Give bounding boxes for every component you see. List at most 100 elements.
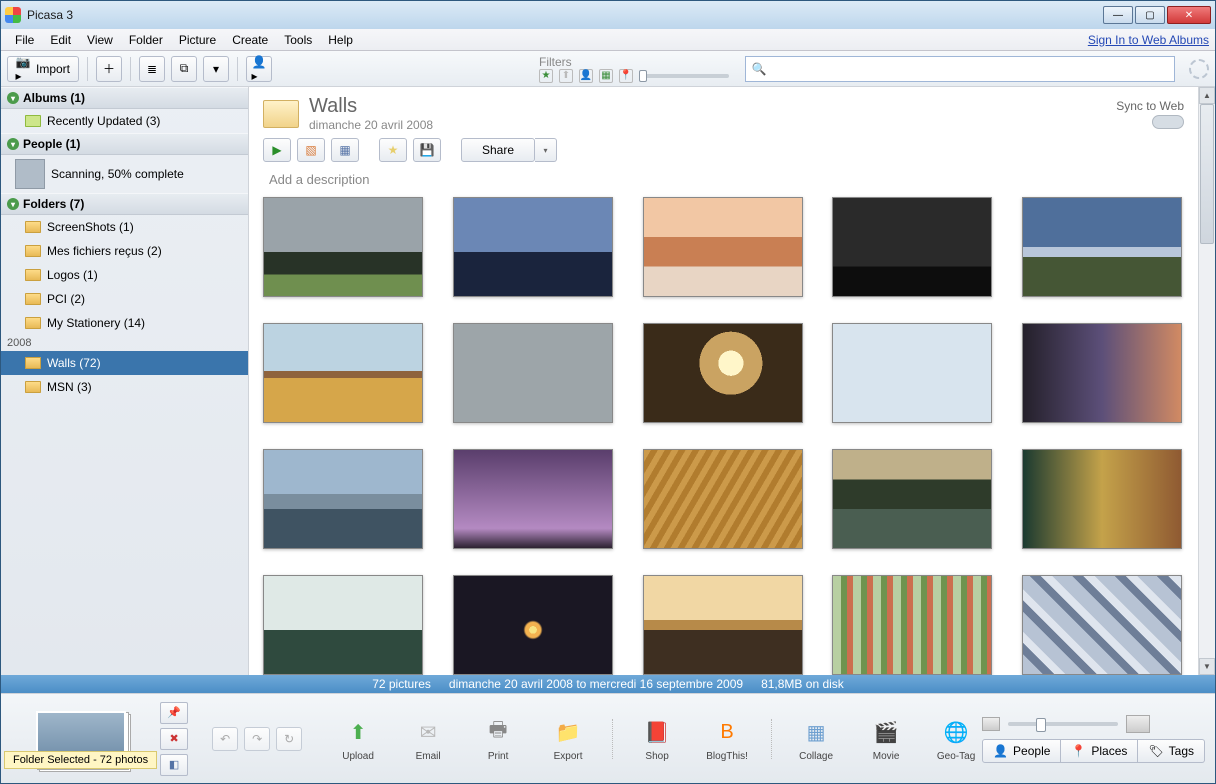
thumbnail[interactable] <box>263 575 423 675</box>
tray-collage-button[interactable]: ▦Collage <box>790 715 842 762</box>
thumbnail[interactable] <box>453 449 613 549</box>
menu-edit[interactable]: Edit <box>42 31 79 49</box>
thumbnail[interactable] <box>263 197 423 297</box>
movie-icon: 🎬 <box>867 715 905 749</box>
thumbnail[interactable] <box>832 323 992 423</box>
signin-link[interactable]: Sign In to Web Albums <box>1088 33 1209 47</box>
thumbnail[interactable] <box>1022 449 1182 549</box>
share-dropdown[interactable]: ▾ <box>535 138 557 162</box>
scroll-down-button[interactable]: ▼ <box>1199 658 1215 675</box>
description-field[interactable]: Add a description <box>249 170 1198 193</box>
view-list-button[interactable]: ≣ <box>139 56 165 82</box>
filter-movie-icon[interactable]: ▦ <box>599 69 613 83</box>
sidebar-folder-msn[interactable]: MSN (3) <box>1 375 248 399</box>
tag-people-button[interactable]: 👤People <box>982 739 1061 763</box>
albums-header[interactable]: ▾Albums (1) <box>1 87 248 109</box>
vertical-scrollbar[interactable]: ▲ ▼ <box>1198 87 1215 675</box>
tray-hold-button[interactable]: 📌 <box>160 702 188 724</box>
date-slider[interactable] <box>639 74 729 78</box>
thumbnail[interactable] <box>643 575 803 675</box>
slideshow-button[interactable]: ▶ <box>263 138 291 162</box>
zoom-slider[interactable] <box>1008 722 1118 726</box>
menu-file[interactable]: File <box>7 31 42 49</box>
filter-upload-icon[interactable]: ⬆ <box>559 69 573 83</box>
tag-places-button[interactable]: 📍Places <box>1061 739 1138 763</box>
movie-button[interactable]: ▦ <box>331 138 359 162</box>
menu-create[interactable]: Create <box>224 31 276 49</box>
sidebar-album-recently-updated[interactable]: Recently Updated (3) <box>1 109 248 133</box>
thumbnail[interactable] <box>832 197 992 297</box>
tray-selection[interactable]: Folder Selected - 72 photos <box>1 694 160 783</box>
tray-print-button[interactable]: 🖶Print <box>472 715 524 762</box>
rotate-alt-button[interactable]: ↻ <box>276 727 302 751</box>
thumbnail[interactable] <box>643 197 803 297</box>
rotate-ccw-button[interactable]: ↶ <box>212 727 238 751</box>
sidebar-folder-pci[interactable]: PCI (2) <box>1 287 248 311</box>
thumbnail[interactable] <box>832 575 992 675</box>
star-button[interactable]: ★ <box>379 138 407 162</box>
sidebar-folder-mystationery[interactable]: My Stationery (14) <box>1 311 248 335</box>
folders-header[interactable]: ▾Folders (7) <box>1 193 248 215</box>
thumbnail[interactable] <box>1022 323 1182 423</box>
sidebar-folder-mesfichiers[interactable]: Mes fichiers reçus (2) <box>1 239 248 263</box>
tree-icon: ⧉ <box>177 62 191 76</box>
menu-help[interactable]: Help <box>320 31 361 49</box>
rotate-cw-button[interactable]: ↷ <box>244 727 270 751</box>
thumbnail[interactable] <box>643 449 803 549</box>
search-input[interactable] <box>766 62 1168 76</box>
sync-toggle-icon[interactable] <box>1152 115 1184 129</box>
tray-upload-button[interactable]: ⬆Upload <box>332 715 384 762</box>
thumbnail[interactable] <box>263 449 423 549</box>
tray-email-button[interactable]: ✉Email <box>402 715 454 762</box>
thumbnail[interactable] <box>1022 197 1182 297</box>
search-box[interactable]: 🔍 <box>745 56 1175 82</box>
scroll-track[interactable] <box>1199 104 1215 658</box>
tag-tags-button[interactable]: 🏷Tags <box>1138 739 1205 763</box>
thumbnail[interactable] <box>263 323 423 423</box>
view-menu-button[interactable]: ▾ <box>203 56 229 82</box>
menu-folder[interactable]: Folder <box>121 31 171 49</box>
zoom-control[interactable] <box>982 715 1205 733</box>
gallery-date: dimanche 20 avril 2008 <box>309 118 433 132</box>
tray-add-button[interactable]: ◧ <box>160 754 188 776</box>
people-button[interactable]: 👤▸ <box>246 56 272 82</box>
tray-geotag-button[interactable]: 🌐Geo-Tag <box>930 715 982 762</box>
menu-view[interactable]: View <box>79 31 121 49</box>
import-button[interactable]: 📷▸ Import <box>7 56 79 82</box>
tray-movie-button[interactable]: 🎬Movie <box>860 715 912 762</box>
tray-shop-button[interactable]: 📕Shop <box>631 715 683 762</box>
filter-face-icon[interactable]: 👤 <box>579 69 593 83</box>
scroll-up-button[interactable]: ▲ <box>1199 87 1215 104</box>
thumbnail[interactable] <box>453 323 613 423</box>
menu-tools[interactable]: Tools <box>276 31 320 49</box>
menu-picture[interactable]: Picture <box>171 31 224 49</box>
minimize-button[interactable]: — <box>1103 6 1133 24</box>
thumbnail[interactable] <box>453 575 613 675</box>
close-button[interactable]: ✕ <box>1167 6 1211 24</box>
thumbnail[interactable] <box>453 197 613 297</box>
tray-clear-button[interactable]: ✖ <box>160 728 188 750</box>
view-tree-button[interactable]: ⧉ <box>171 56 197 82</box>
sidebar-folder-logos[interactable]: Logos (1) <box>1 263 248 287</box>
new-album-button[interactable]: ＋ <box>96 56 122 82</box>
sidebar-folder-screenshots[interactable]: ScreenShots (1) <box>1 215 248 239</box>
maximize-button[interactable]: ▢ <box>1135 6 1165 24</box>
tray-export-button[interactable]: 📁Export <box>542 715 594 762</box>
filter-star-icon[interactable]: ★ <box>539 69 553 83</box>
people-header[interactable]: ▾People (1) <box>1 133 248 155</box>
photo-button[interactable]: ▧ <box>297 138 325 162</box>
share-button[interactable]: Share <box>461 138 535 162</box>
scroll-handle[interactable] <box>1200 104 1214 244</box>
tags-icon: 🏷 <box>1148 744 1163 758</box>
sidebar-folder-walls[interactable]: Walls (72) <box>1 351 248 375</box>
thumbnail[interactable] <box>643 323 803 423</box>
places-icon: 📍 <box>1071 744 1086 758</box>
filter-geo-icon[interactable]: 📍 <box>619 69 633 83</box>
person-arrow-icon: 👤▸ <box>252 62 266 76</box>
tray-blogthis-button[interactable]: BBlogThis! <box>701 715 753 762</box>
thumbnail[interactable] <box>832 449 992 549</box>
save-button[interactable]: 💾 <box>413 138 441 162</box>
statusbar: 72 pictures dimanche 20 avril 2008 to me… <box>1 675 1215 693</box>
thumbnail[interactable] <box>1022 575 1182 675</box>
sync-to-web[interactable]: Sync to Web <box>1116 99 1184 129</box>
